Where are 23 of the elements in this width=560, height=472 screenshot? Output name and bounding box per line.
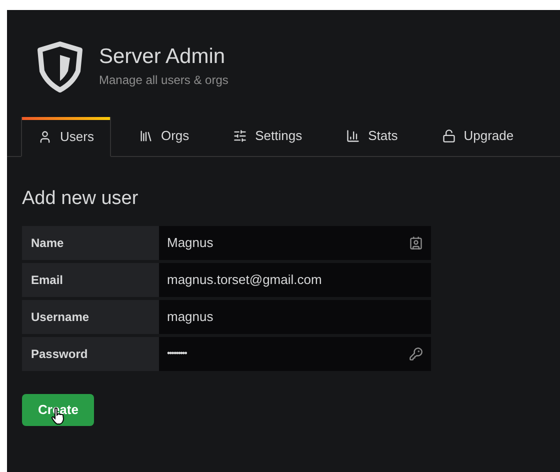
field-label: Username xyxy=(22,300,159,334)
sliders-icon xyxy=(233,129,248,143)
input-field[interactable]: magnus xyxy=(159,300,431,334)
input-field[interactable]: Magnus xyxy=(159,226,431,260)
key-icon xyxy=(409,346,423,360)
page-subtitle: Manage all users & orgs xyxy=(99,72,228,89)
tab[interactable]: Stats xyxy=(330,116,414,156)
tab[interactable]: Upgrade xyxy=(426,116,530,156)
lock-icon xyxy=(442,129,456,143)
tab[interactable]: Orgs xyxy=(122,116,206,156)
user-icon xyxy=(38,130,52,144)
page-title: Server Admin xyxy=(99,44,226,70)
input-field[interactable]: ••••••••• xyxy=(159,336,431,370)
tab[interactable]: Users xyxy=(21,117,111,157)
field-label: Password xyxy=(22,336,159,370)
input-field[interactable]: magnus.torset@gmail.com xyxy=(159,262,431,296)
contact-icon xyxy=(409,236,423,250)
tab[interactable]: Settings xyxy=(217,116,318,156)
chart-icon xyxy=(346,129,360,143)
field-label: Name xyxy=(22,226,159,260)
form-title: Add new user xyxy=(22,187,140,211)
shield-icon xyxy=(37,40,83,92)
field-label: Email xyxy=(22,262,159,296)
